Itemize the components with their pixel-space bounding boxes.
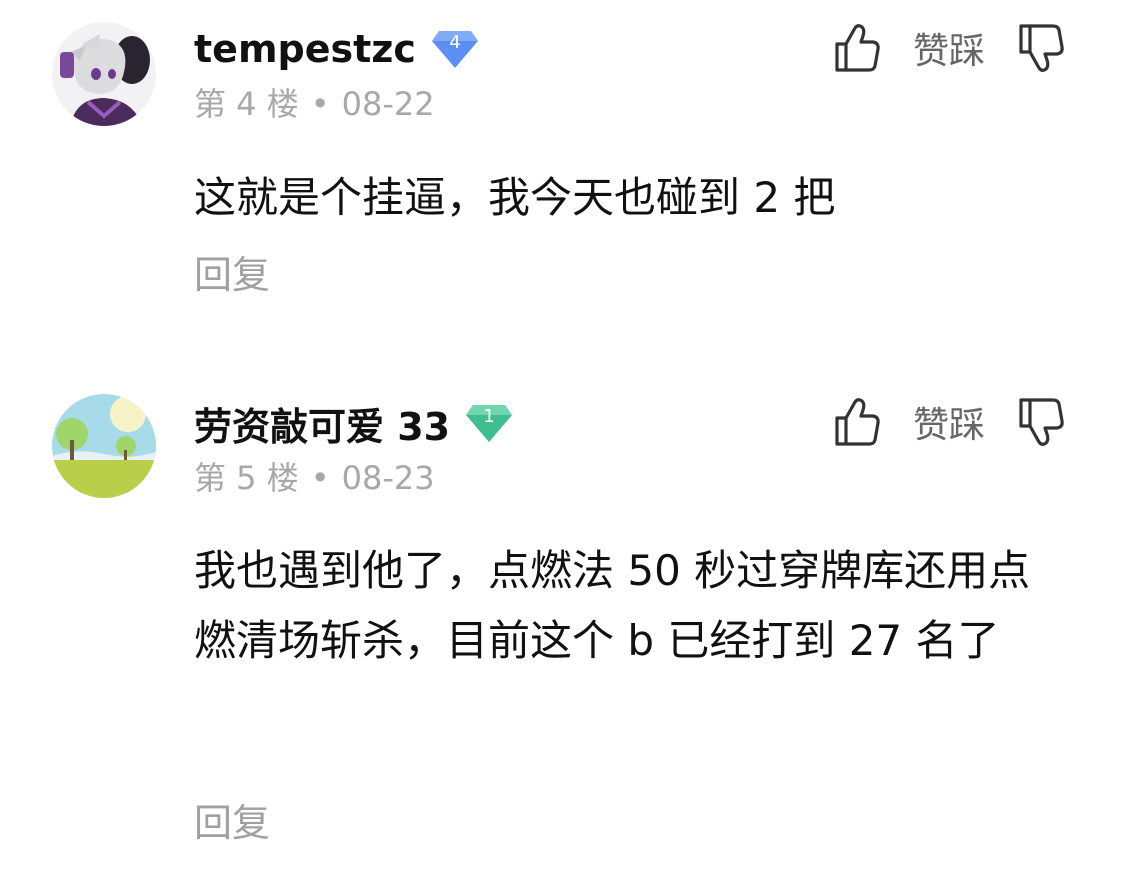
level-number: 1 [483, 406, 495, 427]
vote-label: 赞踩 [912, 405, 985, 446]
vote-label: 赞踩 [912, 31, 985, 72]
reply-button[interactable]: 回复 [194, 252, 270, 298]
thumbs-down-icon[interactable] [1015, 394, 1067, 450]
thumbs-up-icon[interactable] [831, 20, 883, 76]
vote-actions: 赞踩 [831, 20, 1067, 76]
username[interactable]: 劳资敲可爱 33 [194, 396, 450, 451]
avatar[interactable] [52, 22, 156, 126]
floor-number: 第 5 楼 [194, 459, 299, 497]
comment-text: 这就是个挂逼，我今天也碰到 2 把 [194, 173, 836, 222]
comment-text: 我也遇到他了，点燃法 50 秒过穿牌库还用点燃清场斩杀，目前这个 b 已经打到 … [194, 546, 1031, 665]
username-row: 劳资敲可爱 33 1 [194, 396, 514, 451]
level-number: 4 [449, 32, 461, 53]
level-badge-icon: 1 [464, 402, 514, 444]
username-row: tempestzc 4 [194, 24, 480, 74]
vote-actions: 赞踩 [831, 394, 1067, 450]
meta-row: 第 5 楼 • 08-23 [194, 458, 435, 498]
thumbs-down-icon[interactable] [1015, 20, 1067, 76]
avatar[interactable] [52, 394, 156, 498]
level-badge-icon: 4 [430, 28, 480, 70]
meta-separator: • [310, 459, 330, 497]
reply-button[interactable]: 回复 [194, 800, 270, 846]
username[interactable]: tempestzc [194, 27, 416, 71]
post-date: 08-22 [341, 85, 435, 123]
meta-row: 第 4 楼 • 08-22 [194, 84, 435, 124]
thumbs-up-icon[interactable] [831, 394, 883, 450]
floor-number: 第 4 楼 [194, 85, 299, 123]
meta-separator: • [310, 85, 330, 123]
post-date: 08-23 [341, 459, 435, 497]
